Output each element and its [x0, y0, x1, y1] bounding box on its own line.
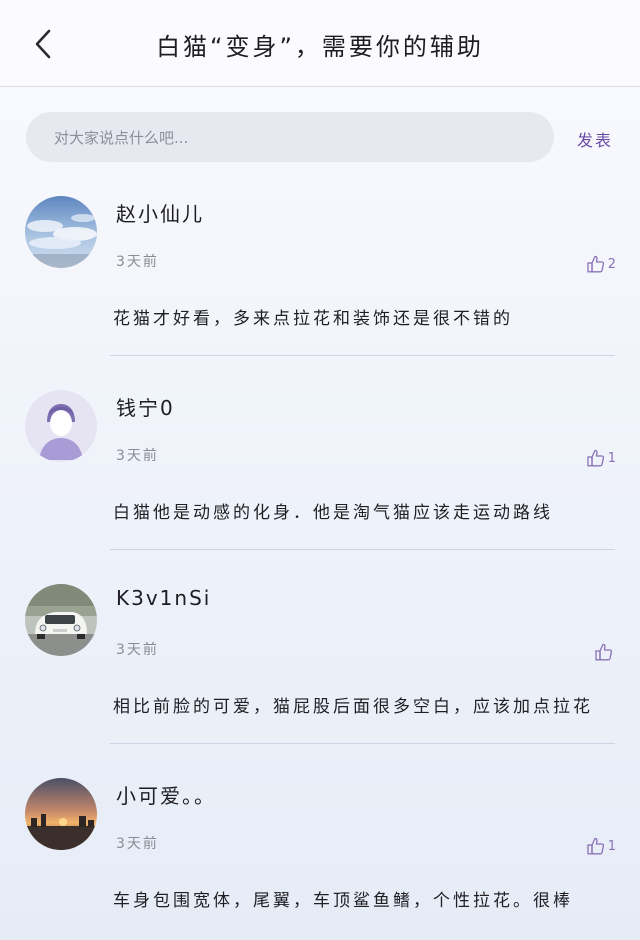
comment-author[interactable]: 钱宁0: [116, 392, 175, 421]
thumbs-up-icon: [595, 643, 613, 661]
comment-author[interactable]: 小可爱。。: [116, 780, 216, 809]
comment-item: K3v1nSi 3天前 相比前脸的可爱，猫屁股后面很多空白，应该加点拉花: [0, 582, 640, 776]
comment-text: 白猫他是动感的化身．他是淘气猫应该走运动路线: [113, 503, 553, 523]
comment-list: 赵小仙儿 3天前 2 花猫才好看，多来点拉花和装饰还是很不错的 钱宁0 3天前: [0, 194, 640, 940]
comment-item: 赵小仙儿 3天前 2 花猫才好看，多来点拉花和装饰还是很不错的: [0, 194, 640, 388]
header-bar: 白猫“变身”，需要你的辅助: [0, 0, 640, 87]
comment-time: 3天前: [116, 254, 159, 270]
comment-item: 小可爱。。 3天前 1 车身包围宽体，尾翼，车顶鲨鱼鳍，个性拉花。很棒: [0, 776, 640, 940]
white-car-avatar: [25, 584, 97, 656]
sky-clouds-avatar: [25, 196, 97, 268]
comment-author[interactable]: 赵小仙儿: [116, 198, 204, 227]
avatar[interactable]: [25, 584, 97, 656]
comment-time: 3天前: [116, 448, 159, 464]
avatar[interactable]: [25, 778, 97, 850]
comment-author[interactable]: K3v1nSi: [116, 586, 211, 610]
comment-input-container: [26, 112, 554, 164]
thumbs-up-icon: [587, 255, 604, 273]
default-person-avatar: [25, 390, 97, 462]
sunset-avatar: [25, 778, 97, 850]
divider: [110, 549, 615, 550]
like-button[interactable]: 2: [586, 254, 616, 274]
like-count: 1: [607, 450, 616, 466]
post-button[interactable]: 发表: [577, 127, 613, 151]
like-button[interactable]: [594, 642, 616, 662]
comment-text: 花猫才好看，多来点拉花和装饰还是很不错的: [113, 309, 513, 329]
comment-time: 3天前: [116, 836, 159, 852]
like-button[interactable]: 1: [586, 448, 616, 468]
comment-time: 3天前: [116, 642, 159, 658]
like-count: 2: [607, 256, 616, 272]
comment-text: 相比前脸的可爱，猫屁股后面很多空白，应该加点拉花: [113, 697, 593, 717]
page-title: 白猫“变身”，需要你的辅助: [156, 33, 484, 61]
comment-text: 车身包围宽体，尾翼，车顶鲨鱼鳍，个性拉花。很棒: [113, 891, 573, 911]
thumbs-up-icon: [587, 837, 604, 855]
comment-item: 钱宁0 3天前 1 白猫他是动感的化身．他是淘气猫应该走运动路线: [0, 388, 640, 582]
avatar[interactable]: [25, 196, 97, 268]
like-button[interactable]: 1: [586, 836, 616, 856]
comment-input[interactable]: [52, 112, 526, 164]
divider: [110, 355, 615, 356]
avatar[interactable]: [25, 390, 97, 462]
thumbs-up-icon: [587, 449, 604, 467]
divider: [110, 743, 615, 744]
like-count: 1: [607, 838, 616, 854]
